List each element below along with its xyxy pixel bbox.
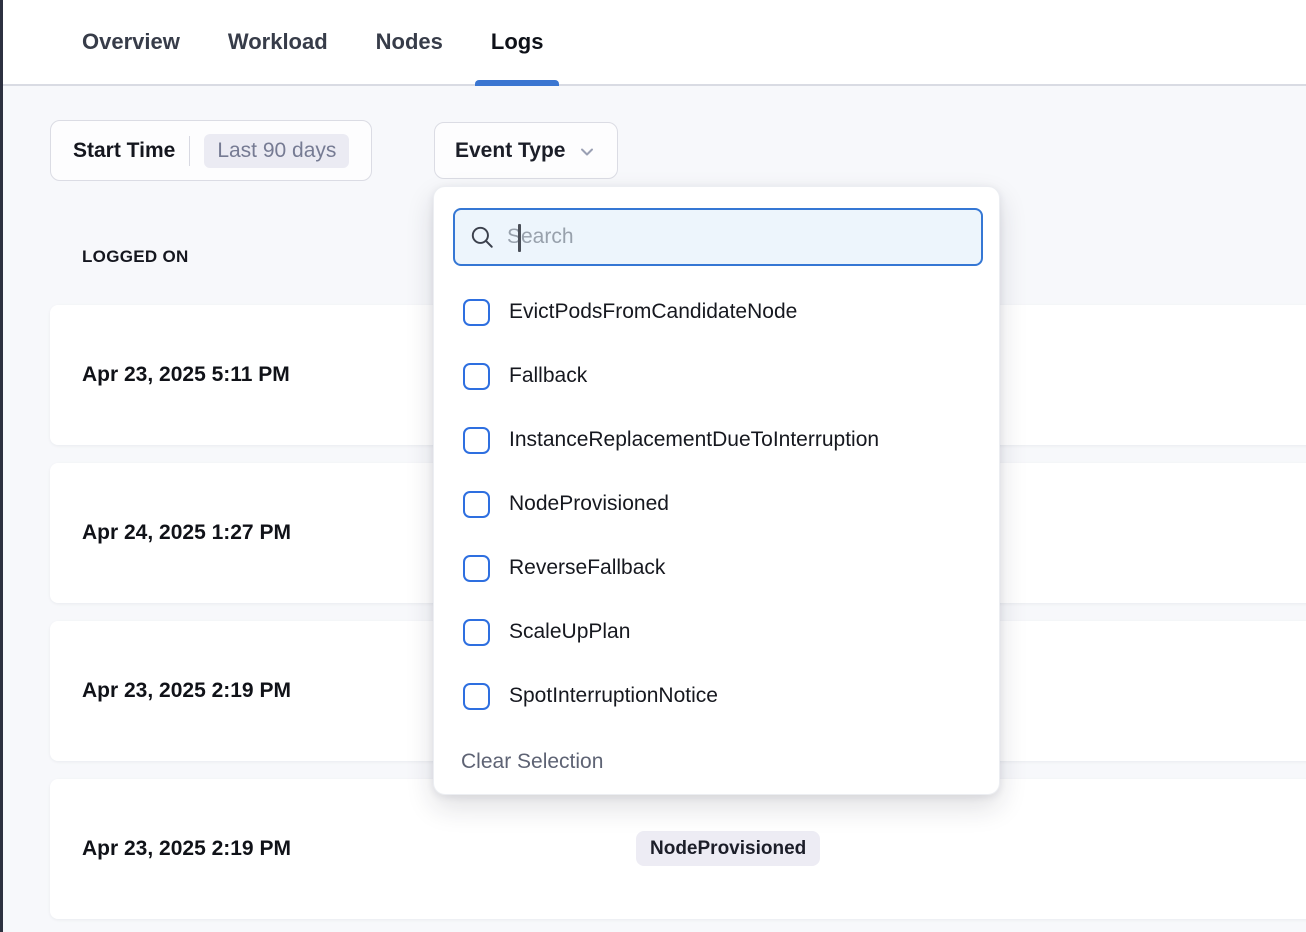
clear-selection-button[interactable]: Clear Selection [461, 750, 603, 774]
start-time-value: Last 90 days [204, 134, 349, 168]
sidebar-edge [0, 0, 3, 932]
filter-divider [189, 136, 190, 166]
option-checkbox[interactable] [463, 555, 490, 582]
tab-overview-label: Overview [82, 29, 180, 55]
tab-logs[interactable]: Logs [475, 0, 560, 84]
tab-workload-label: Workload [228, 29, 328, 55]
tab-nodes-label: Nodes [376, 29, 443, 55]
option-checkbox[interactable] [463, 299, 490, 326]
start-time-filter[interactable]: Start Time Last 90 days [50, 120, 372, 181]
dropdown-search[interactable] [453, 208, 983, 266]
active-tab-indicator [475, 80, 560, 86]
tab-overview[interactable]: Overview [66, 0, 196, 84]
chevron-down-icon [577, 142, 597, 162]
option-instancereplacementduetointerruption[interactable]: InstanceReplacementDueToInterruption [434, 408, 999, 472]
option-label: ScaleUpPlan [509, 620, 630, 644]
option-reversefallback[interactable]: ReverseFallback [434, 536, 999, 600]
search-icon [469, 224, 495, 250]
option-nodeprovisioned[interactable]: NodeProvisioned [434, 472, 999, 536]
logged-on-value: Apr 23, 2025 2:19 PM [82, 679, 291, 703]
option-label: Fallback [509, 364, 587, 388]
option-checkbox[interactable] [463, 491, 490, 518]
search-input[interactable] [495, 210, 981, 264]
logs-page: Overview Workload Nodes Logs Start Time … [0, 0, 1306, 932]
option-label: InstanceReplacementDueToInterruption [509, 428, 879, 452]
option-label: SpotInterruptionNotice [509, 684, 718, 708]
tab-logs-label: Logs [491, 29, 544, 55]
option-label: ReverseFallback [509, 556, 665, 580]
option-label: EvictPodsFromCandidateNode [509, 300, 797, 324]
option-label: NodeProvisioned [509, 492, 669, 516]
option-checkbox[interactable] [463, 683, 490, 710]
logged-on-value: Apr 23, 2025 5:11 PM [82, 363, 290, 387]
tab-bar: Overview Workload Nodes Logs [0, 0, 1306, 86]
tab-nodes[interactable]: Nodes [360, 0, 459, 84]
event-type-filter[interactable]: Event Type [434, 122, 618, 179]
start-time-label: Start Time [73, 139, 175, 163]
option-fallback[interactable]: Fallback [434, 344, 999, 408]
event-type-badge: NodeProvisioned [636, 831, 820, 866]
logged-on-value: Apr 24, 2025 1:27 PM [82, 521, 291, 545]
event-type-dropdown: EvictPodsFromCandidateNode Fallback Inst… [433, 186, 1000, 795]
option-checkbox[interactable] [463, 619, 490, 646]
option-scaleupplan[interactable]: ScaleUpPlan [434, 600, 999, 664]
logged-on-value: Apr 23, 2025 2:19 PM [82, 837, 291, 861]
event-type-options: EvictPodsFromCandidateNode Fallback Inst… [434, 280, 999, 728]
event-type-label: Event Type [455, 139, 565, 163]
option-checkbox[interactable] [463, 427, 490, 454]
option-evictpodsfromcandidatenode[interactable]: EvictPodsFromCandidateNode [434, 280, 999, 344]
option-checkbox[interactable] [463, 363, 490, 390]
text-cursor [518, 224, 521, 252]
column-header-logged-on: LOGGED ON [82, 247, 189, 267]
table-row[interactable]: Apr 23, 2025 2:19 PM NodeProvisioned [50, 779, 1306, 919]
tab-workload[interactable]: Workload [212, 0, 344, 84]
option-spotinterruptionnotice[interactable]: SpotInterruptionNotice [434, 664, 999, 728]
